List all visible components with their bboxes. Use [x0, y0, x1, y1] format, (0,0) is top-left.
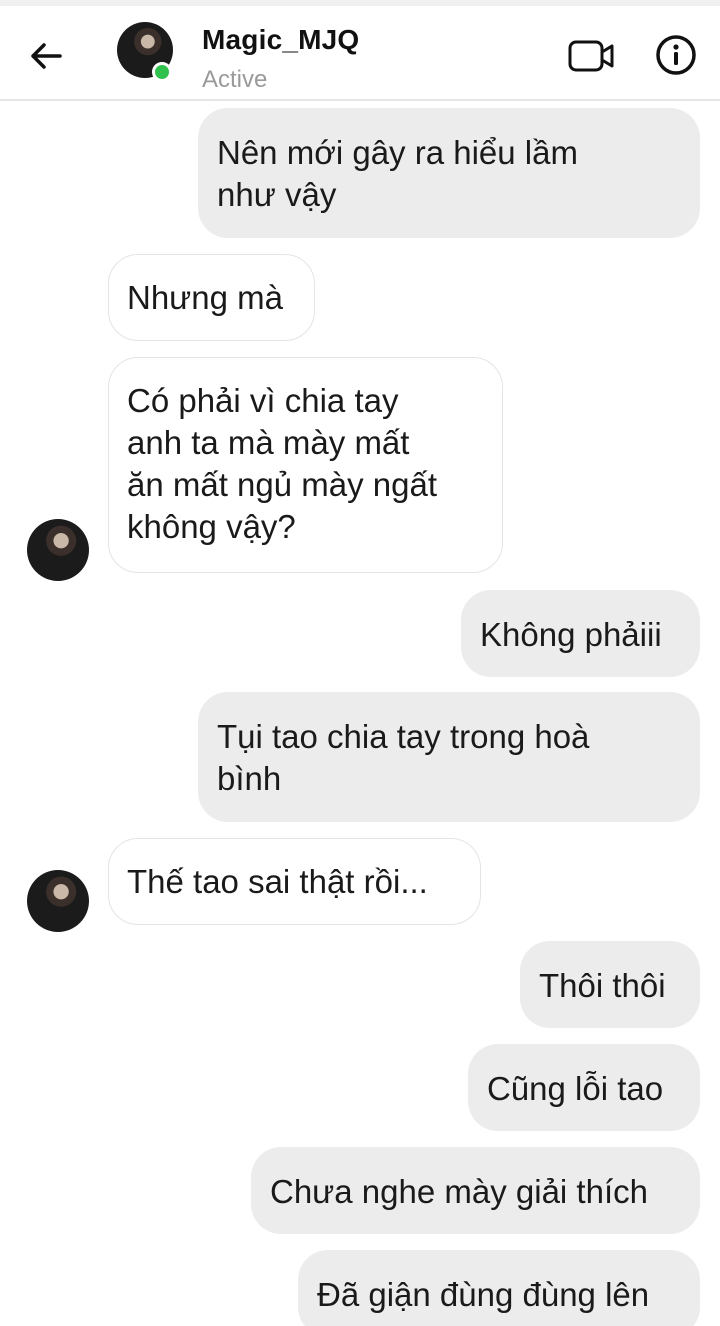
- message-text: Thế tao sai thật rồi...: [127, 863, 428, 900]
- message-text: Thôi thôi: [539, 967, 666, 1004]
- message-bubble-outgoing[interactable]: Thôi thôi: [520, 941, 700, 1028]
- message-text: Nhưng mà: [127, 279, 283, 316]
- chat-header: Magic_MJQ Active: [0, 0, 720, 101]
- message-text: Nên mới gây ra hiểu lầm như vậy: [217, 134, 578, 213]
- contact-name[interactable]: Magic_MJQ: [202, 24, 359, 56]
- message-bubble-incoming[interactable]: Có phải vì chia tay anh ta mà mày mất ăn…: [108, 357, 503, 573]
- message-bubble-incoming[interactable]: Thế tao sai thật rồi...: [108, 838, 481, 925]
- info-icon[interactable]: [655, 34, 697, 76]
- message-bubble-outgoing[interactable]: Cũng lỗi tao: [468, 1044, 700, 1131]
- back-arrow-icon[interactable]: [26, 36, 66, 76]
- message-bubble-outgoing[interactable]: Chưa nghe mày giải thích: [251, 1147, 700, 1234]
- online-indicator: [152, 62, 172, 82]
- message-bubble-outgoing[interactable]: Không phảiii: [461, 590, 700, 677]
- sender-avatar[interactable]: [27, 519, 89, 581]
- video-call-icon[interactable]: [568, 38, 616, 74]
- message-bubble-outgoing[interactable]: Tụi tao chia tay trong hoà bình: [198, 692, 700, 822]
- message-text: Có phải vì chia tay anh ta mà mày mất ăn…: [127, 382, 438, 545]
- message-text: Chưa nghe mày giải thích: [270, 1173, 648, 1210]
- message-text: Không phảiii: [480, 616, 662, 653]
- sender-avatar[interactable]: [27, 870, 89, 932]
- message-text: Cũng lỗi tao: [487, 1070, 664, 1107]
- contact-status: Active: [202, 66, 268, 93]
- message-text: Tụi tao chia tay trong hoà bình: [217, 718, 590, 797]
- message-bubble-outgoing[interactable]: Nên mới gây ra hiểu lầm như vậy: [198, 108, 700, 238]
- message-bubble-incoming[interactable]: Nhưng mà: [108, 254, 315, 341]
- message-bubble-outgoing[interactable]: Đã giận đùng đùng lên: [298, 1250, 700, 1326]
- message-text: Đã giận đùng đùng lên: [317, 1276, 650, 1313]
